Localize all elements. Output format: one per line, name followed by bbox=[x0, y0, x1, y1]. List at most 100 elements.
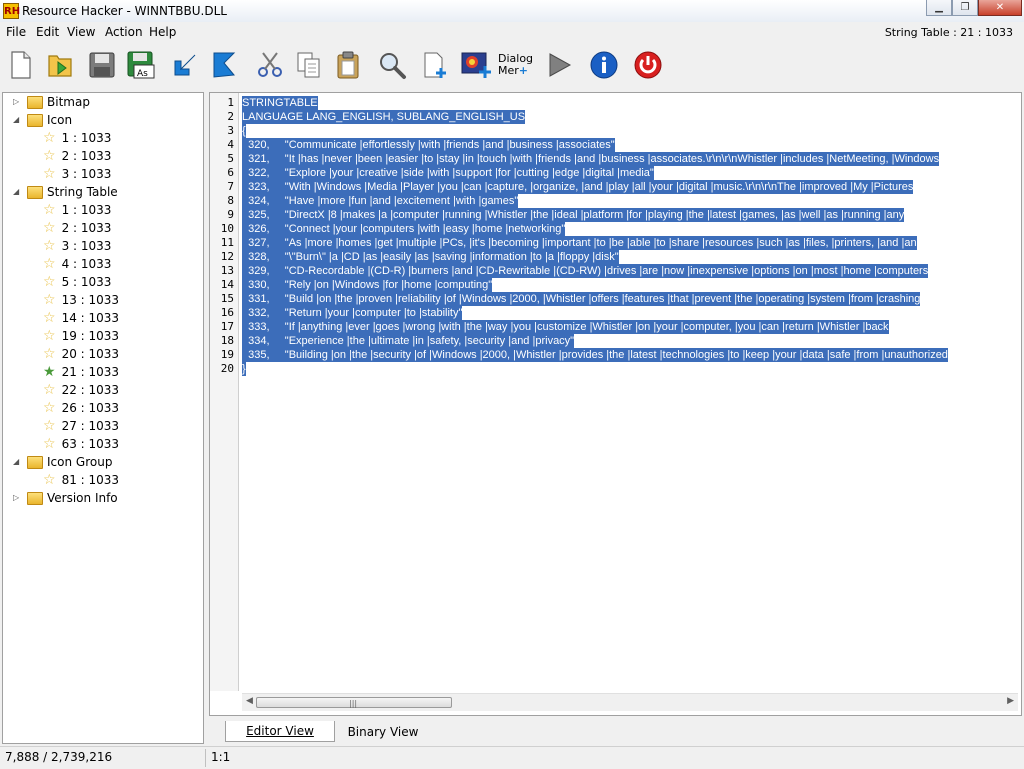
tree-leaf[interactable]: ☆ 2 : 1033 bbox=[43, 219, 111, 237]
tree-leaf[interactable]: ☆ 2 : 1033 bbox=[43, 147, 111, 165]
tree-node-version-info[interactable]: ▷ Version Info bbox=[9, 489, 118, 507]
info-icon bbox=[590, 51, 618, 79]
copy-button[interactable] bbox=[293, 49, 325, 81]
code-line[interactable]: 333, "If |anything |ever |goes |wrong |w… bbox=[242, 320, 889, 334]
tree-leaf[interactable]: ☆ 26 : 1033 bbox=[43, 399, 119, 417]
line-number: 12 bbox=[220, 250, 234, 263]
folder-open-icon bbox=[27, 185, 43, 199]
code-line[interactable]: } bbox=[242, 362, 246, 376]
code-line[interactable]: 325, "DirectX |8 |makes |a |computer |ru… bbox=[242, 208, 905, 222]
collapsed-arrow-icon[interactable]: ▷ bbox=[13, 97, 22, 106]
code-line[interactable]: 328, "\"Burn\" |a |CD |as |easily |as |s… bbox=[242, 250, 619, 264]
add-resource-button[interactable] bbox=[420, 49, 452, 81]
code-line[interactable]: LANGUAGE LANG_ENGLISH, SUBLANG_ENGLISH_U… bbox=[242, 110, 526, 124]
menu-edit[interactable]: Edit bbox=[36, 25, 59, 39]
tree-node-icon-group[interactable]: ◢ Icon Group bbox=[9, 453, 112, 471]
code-line[interactable]: { bbox=[242, 124, 246, 138]
tree-leaf[interactable]: ☆ 81 : 1033 bbox=[43, 471, 119, 489]
close-button[interactable]: ✕ bbox=[978, 0, 1022, 16]
about-button[interactable] bbox=[588, 49, 620, 81]
star-icon: ☆ bbox=[43, 202, 56, 218]
tree-leaf[interactable]: ☆ 3 : 1033 bbox=[43, 237, 111, 255]
compile-button[interactable] bbox=[543, 49, 575, 81]
collapsed-arrow-icon[interactable]: ▷ bbox=[13, 493, 22, 502]
code-line[interactable]: 331, "Build |on |the |proven |reliabilit… bbox=[242, 292, 921, 306]
tree-leaf[interactable]: ☆ 22 : 1033 bbox=[43, 381, 119, 399]
minimize-button[interactable]: ▁ bbox=[926, 0, 952, 16]
scroll-left-icon[interactable]: ◀ bbox=[246, 696, 253, 706]
expanded-arrow-icon[interactable]: ◢ bbox=[13, 115, 22, 124]
tree-leaf-label: 1 : 1033 bbox=[61, 203, 112, 217]
bookmark-arrow-icon bbox=[213, 52, 236, 78]
open-file-button[interactable] bbox=[44, 49, 76, 81]
find-button[interactable] bbox=[376, 49, 408, 81]
tree-leaf[interactable]: ☆ 1 : 1033 bbox=[43, 201, 111, 219]
status-cursor-position: 1:1 bbox=[211, 750, 231, 764]
maximize-button[interactable]: ❐ bbox=[952, 0, 978, 16]
tab-editor-view[interactable]: Editor View bbox=[225, 721, 335, 742]
scroll-right-icon[interactable]: ▶ bbox=[1007, 696, 1014, 706]
tree-leaf[interactable]: ☆ 13 : 1033 bbox=[43, 291, 119, 309]
horizontal-scrollbar[interactable]: ◀ ||| ▶ bbox=[242, 693, 1018, 711]
export-button[interactable] bbox=[208, 49, 240, 81]
tab-binary-view[interactable]: Binary View bbox=[339, 721, 427, 742]
code-line[interactable]: 324, "Have |more |fun |and |excitement |… bbox=[242, 194, 519, 208]
menu-file[interactable]: File bbox=[6, 25, 26, 39]
code-line[interactable]: 335, "Building |on |the |security |of |W… bbox=[242, 348, 948, 362]
code-line[interactable]: 327, "As |more |homes |get |multiple |PC… bbox=[242, 236, 917, 250]
tree-leaf-label: 22 : 1033 bbox=[61, 383, 120, 397]
code-line[interactable]: STRINGTABLE bbox=[242, 96, 318, 110]
code-line[interactable]: 322, "Explore |your |creative |side |wit… bbox=[242, 166, 654, 180]
folder-open-icon bbox=[27, 455, 43, 469]
save-as-icon: As bbox=[127, 51, 155, 79]
panel-splitter[interactable] bbox=[205, 92, 208, 744]
new-file-button[interactable] bbox=[5, 49, 37, 81]
code-line[interactable]: 320, "Communicate |effortlessly |with |f… bbox=[242, 138, 615, 152]
tree-node-icon[interactable]: ◢ Icon bbox=[9, 111, 72, 129]
code-line[interactable]: 323, "With |Windows |Media |Player |you … bbox=[242, 180, 914, 194]
expanded-arrow-icon[interactable]: ◢ bbox=[13, 187, 22, 196]
expanded-arrow-icon[interactable]: ◢ bbox=[13, 457, 22, 466]
menu-view[interactable]: View bbox=[67, 25, 95, 39]
star-icon: ☆ bbox=[43, 328, 56, 344]
code-text-area[interactable]: STRINGTABLE LANGUAGE LANG_ENGLISH, SUBLA… bbox=[242, 93, 1021, 691]
tree-leaf[interactable]: ☆ 19 : 1033 bbox=[43, 327, 119, 345]
save-button[interactable] bbox=[86, 49, 118, 81]
tree-leaf-selected[interactable]: ★ 21 : 1033 bbox=[43, 363, 119, 381]
exit-button[interactable] bbox=[632, 49, 664, 81]
import-button[interactable] bbox=[169, 49, 201, 81]
tree-leaf[interactable]: ☆ 3 : 1033 bbox=[43, 165, 111, 183]
folder-icon bbox=[27, 95, 43, 109]
status-divider bbox=[205, 749, 206, 767]
tree-leaf[interactable]: ☆ 14 : 1033 bbox=[43, 309, 119, 327]
tree-leaf-label: 5 : 1033 bbox=[61, 275, 112, 289]
tree-node-bitmap[interactable]: ▷ Bitmap bbox=[9, 93, 90, 111]
arrow-down-left-icon bbox=[174, 54, 196, 76]
add-image-button[interactable] bbox=[460, 49, 492, 81]
tree-leaf[interactable]: ☆ 27 : 1033 bbox=[43, 417, 119, 435]
paste-button[interactable] bbox=[332, 49, 364, 81]
tree-leaf[interactable]: ☆ 4 : 1033 bbox=[43, 255, 111, 273]
menu-action[interactable]: Action bbox=[105, 25, 143, 39]
save-as-button[interactable]: As bbox=[125, 49, 157, 81]
code-line[interactable]: 334, "Experience |the |ultimate |in |saf… bbox=[242, 334, 575, 348]
code-editor[interactable]: 1 2 3 4 5 6 7 8 9 10 11 12 13 14 15 16 1… bbox=[209, 92, 1022, 716]
code-line[interactable]: 330, "Rely |on |Windows |for |home |comp… bbox=[242, 278, 493, 292]
cut-button[interactable] bbox=[254, 49, 286, 81]
tree-leaf[interactable]: ☆ 20 : 1033 bbox=[43, 345, 119, 363]
tree-leaf-label: 26 : 1033 bbox=[61, 401, 120, 415]
code-line[interactable]: 329, "CD-Recordable |(CD-R) |burners |an… bbox=[242, 264, 929, 278]
code-line[interactable]: 326, "Connect |your |computers |with |ea… bbox=[242, 222, 566, 236]
menu-help[interactable]: Help bbox=[149, 25, 176, 39]
code-line[interactable]: 332, "Return |your |computer |to |stabil… bbox=[242, 306, 463, 320]
tree-leaf[interactable]: ☆ 63 : 1033 bbox=[43, 435, 119, 453]
app-icon[interactable]: RH bbox=[3, 3, 20, 19]
tree-leaf[interactable]: ☆ 5 : 1033 bbox=[43, 273, 111, 291]
star-icon: ☆ bbox=[43, 400, 56, 416]
tree-node-string-table[interactable]: ◢ String Table bbox=[9, 183, 118, 201]
code-line[interactable]: 321, "It |has |never |been |easier |to |… bbox=[242, 152, 940, 166]
dialog-menu-button[interactable]: Dialog Mer + bbox=[498, 49, 533, 81]
scrollbar-thumb[interactable]: ||| bbox=[256, 697, 452, 708]
tree-leaf[interactable]: ☆ 1 : 1033 bbox=[43, 129, 111, 147]
resource-tree[interactable]: ▷ Bitmap ◢ Icon ☆ 1 : 1033 ☆ 2 : 1033 ☆ 3 : 1… bbox=[2, 92, 204, 744]
